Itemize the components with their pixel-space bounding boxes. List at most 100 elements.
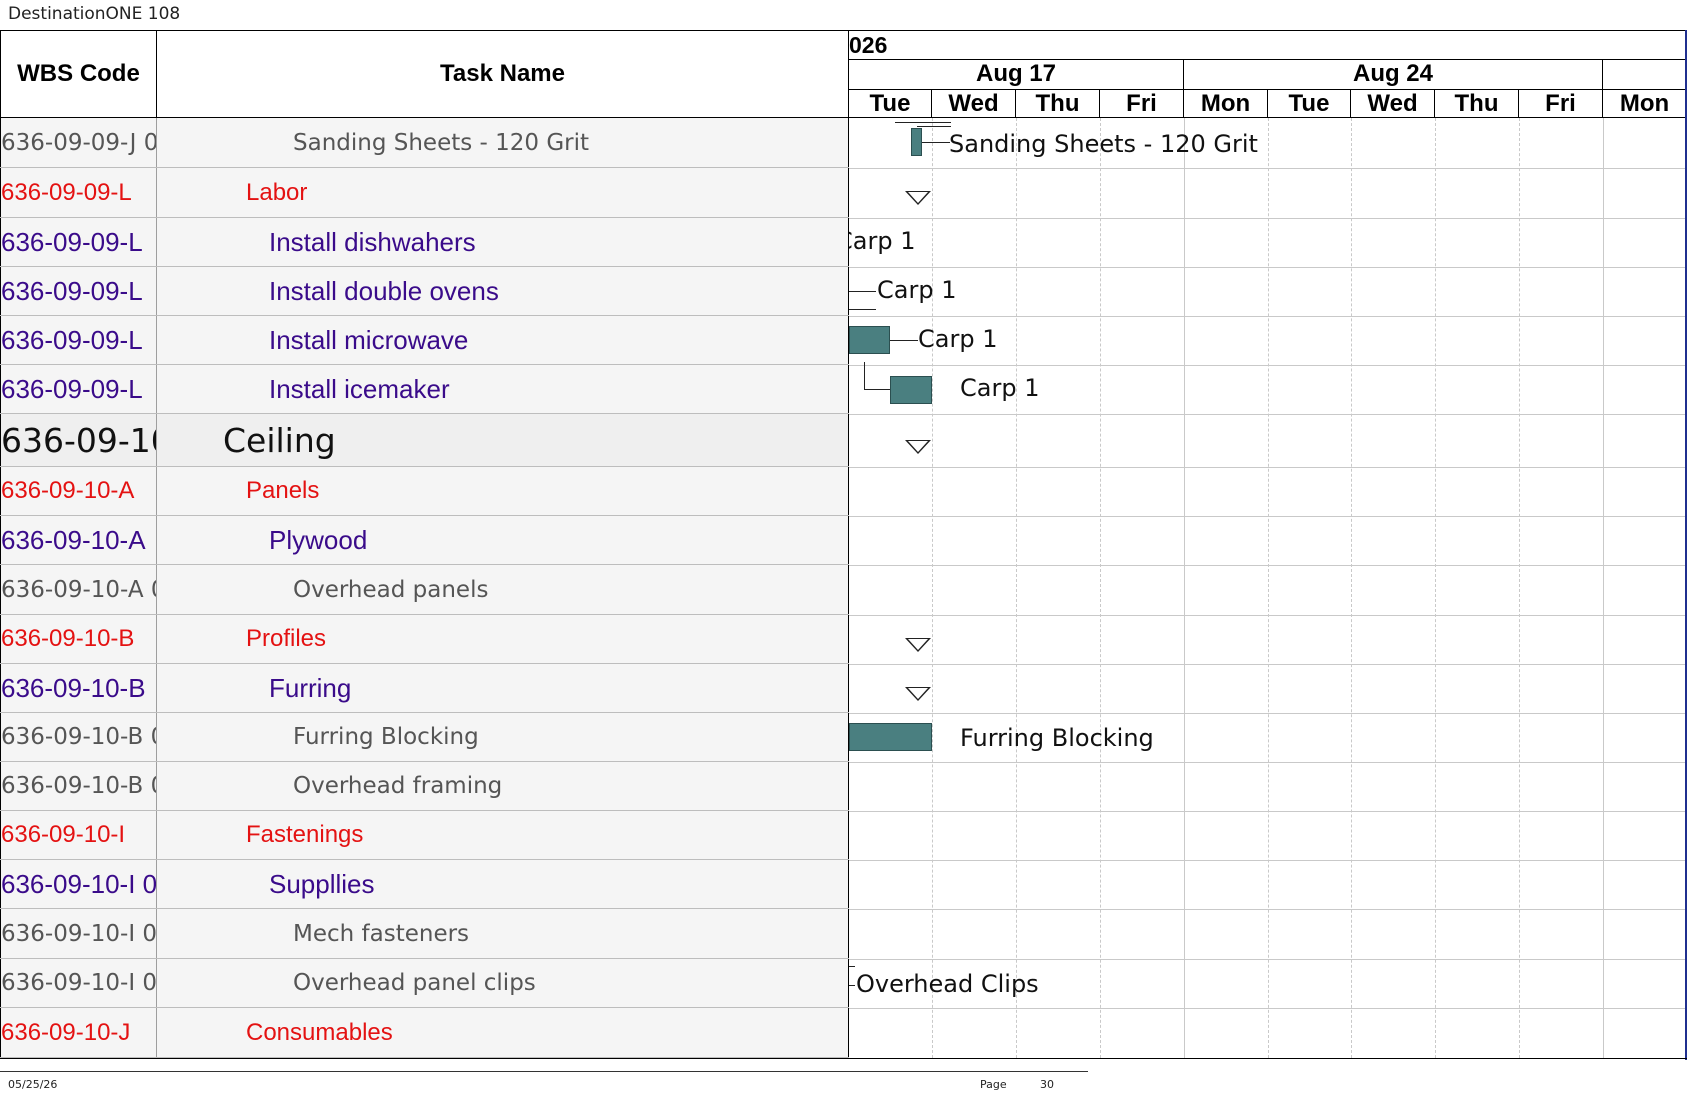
table-row[interactable]: 636-09-10 Ceiling xyxy=(0,414,849,467)
row-gridline xyxy=(849,218,1687,219)
table-row[interactable]: 636-09-09-L Install icemaker xyxy=(0,365,849,414)
link-line xyxy=(849,966,855,967)
wbs-code-cell: 636-09-10-B 02 xyxy=(0,762,157,810)
wbs-code-cell: 636-09-10-B 01 xyxy=(0,713,157,761)
task-name-cell: Consumables xyxy=(157,1008,849,1057)
wbs-code-cell: 636-09-09-J 01 xyxy=(0,118,157,167)
day-header: Thu xyxy=(1016,90,1100,118)
table-row[interactable]: 636-09-09-L Install double ovens xyxy=(0,267,849,316)
task-name-cell: Plywood xyxy=(157,516,849,564)
table-row[interactable]: 636-09-10-A Panels xyxy=(0,467,849,516)
task-bar-install-microwave[interactable] xyxy=(849,326,890,354)
week-header: Aug 17 xyxy=(849,60,1184,90)
table-row[interactable]: 636-09-09-L Install dishwahers xyxy=(0,218,849,267)
task-name-text: Install dishwahers xyxy=(269,226,476,257)
table-row[interactable]: 636-09-10-I Fastenings xyxy=(0,811,849,860)
task-name-text: Overhead panels xyxy=(293,576,489,603)
task-name-text: Install double ovens xyxy=(269,275,499,306)
task-name-cell: Furring Blocking xyxy=(157,713,849,761)
task-name-cell: Install microwave xyxy=(157,316,849,364)
task-name-text: Suppllies xyxy=(269,868,375,899)
task-name-cell: Panels xyxy=(157,467,849,515)
footer-page-label: Page xyxy=(980,1078,1007,1091)
link-line xyxy=(864,389,891,390)
table-row[interactable]: 636-09-09-L Labor xyxy=(0,168,849,218)
bar-label-microwave: Carp 1 xyxy=(918,325,998,353)
task-name-cell: Install dishwahers xyxy=(157,218,849,266)
day-header: Wed xyxy=(1351,90,1435,118)
bar-label-sanding: Sanding Sheets - 120 Grit xyxy=(949,130,1258,158)
day-gridline xyxy=(1268,118,1269,1058)
row-gridline xyxy=(849,168,1687,169)
task-name-cell: Install icemaker xyxy=(157,365,849,413)
row-gridline xyxy=(849,860,1687,861)
task-name-cell: Suppllies xyxy=(157,860,849,908)
row-gridline xyxy=(849,565,1687,566)
day-gridline xyxy=(1603,118,1604,1058)
task-name-cell: Mech fasteners xyxy=(157,909,849,958)
task-name-cell: Labor xyxy=(157,168,849,217)
wbs-code-cell: 636-09-09-L xyxy=(0,316,157,364)
task-name-text: Overhead framing xyxy=(293,773,503,799)
task-name-text: Ceiling xyxy=(223,420,336,460)
footer-page-number: 30 xyxy=(1040,1078,1054,1091)
column-header-task-name[interactable]: Task Name xyxy=(157,30,849,118)
wbs-code-cell: 636-09-10-B xyxy=(0,615,157,663)
task-name-text: Panels xyxy=(246,477,320,504)
day-header: Wed xyxy=(932,90,1016,118)
table-row[interactable]: 636-09-10-I 01 Overhead panel clips xyxy=(0,959,849,1008)
day-gridline xyxy=(932,118,933,1058)
link-line xyxy=(849,291,876,292)
footer-date: 05/25/26 xyxy=(8,1078,58,1091)
link-line xyxy=(849,309,876,310)
table-bottom-border xyxy=(0,1058,1687,1059)
table-row[interactable]: 636-09-09-L Install microwave xyxy=(0,316,849,365)
row-gridline xyxy=(849,909,1687,910)
day-gridline xyxy=(1519,118,1520,1058)
table-row[interactable]: 636-09-10-B Profiles xyxy=(0,615,849,664)
task-name-cell: Overhead panels xyxy=(157,565,849,614)
link-line xyxy=(895,122,951,123)
task-name-text: Furring xyxy=(269,672,352,703)
wbs-code-cell: 636-09-10-I 01 xyxy=(0,860,157,908)
task-name-text: Sanding Sheets - 120 Grit xyxy=(293,129,590,156)
wbs-code-cell: 636-09-10-I 01 xyxy=(0,959,157,1007)
table-row[interactable]: 636-09-10-J Consumables xyxy=(0,1008,849,1058)
link-line xyxy=(849,985,855,986)
bar-label-double-ovens: Carp 1 xyxy=(877,276,957,304)
table-row[interactable]: 636-09-10-B 02 Overhead framing xyxy=(0,762,849,811)
row-gridline xyxy=(849,959,1687,960)
task-bar-install-icemaker[interactable] xyxy=(890,376,932,404)
table-row[interactable]: 636-09-10-A Plywood xyxy=(0,516,849,565)
table-row[interactable]: 636-09-10-I 01 Mech fasteners xyxy=(0,909,849,959)
wbs-code-cell: 636-09-09-L xyxy=(0,267,157,315)
column-header-wbs-code[interactable]: WBS Code xyxy=(0,30,157,118)
table-row[interactable]: 636-09-10-I 01 Suppllies xyxy=(0,860,849,909)
task-bar-furring-blocking[interactable] xyxy=(849,723,932,751)
task-name-text: Labor xyxy=(246,178,308,206)
wbs-code-cell: 636-09-09-L xyxy=(0,218,157,266)
table-row[interactable]: 636-09-10-B 01 Furring Blocking xyxy=(0,713,849,762)
gantt-year-header: 026 xyxy=(849,30,1687,60)
table-row[interactable]: 636-09-09-J 01 Sanding Sheets - 120 Grit xyxy=(0,118,849,168)
table-row[interactable]: 636-09-10-A 01 Overhead panels xyxy=(0,565,849,615)
day-header: Fri xyxy=(1519,90,1603,118)
task-bar-sanding-sheets[interactable] xyxy=(911,128,922,156)
wbs-code-cell: 636-09-10-I xyxy=(0,811,157,859)
row-gridline xyxy=(849,365,1687,366)
task-name-text: Plywood xyxy=(269,524,368,555)
bar-label-furring-blocking: Furring Blocking xyxy=(960,724,1154,752)
task-name-text: Install microwave xyxy=(269,324,469,355)
bar-label-overhead-clips: Overhead Clips xyxy=(856,970,1039,998)
task-name-cell: Overhead panel clips xyxy=(157,959,849,1007)
summary-collapse-icon-inner xyxy=(908,441,928,452)
day-header: Mon xyxy=(1603,90,1687,118)
table-row[interactable]: 636-09-10-B Furring xyxy=(0,664,849,713)
summary-collapse-icon-inner xyxy=(908,688,928,699)
day-header: Fri xyxy=(1100,90,1184,118)
day-gridline xyxy=(1435,118,1436,1058)
wbs-code-cell: 636-09-09-L xyxy=(0,365,157,413)
day-header: Mon xyxy=(1184,90,1268,118)
row-gridline xyxy=(849,467,1687,468)
task-name-cell: Install double ovens xyxy=(157,267,849,315)
